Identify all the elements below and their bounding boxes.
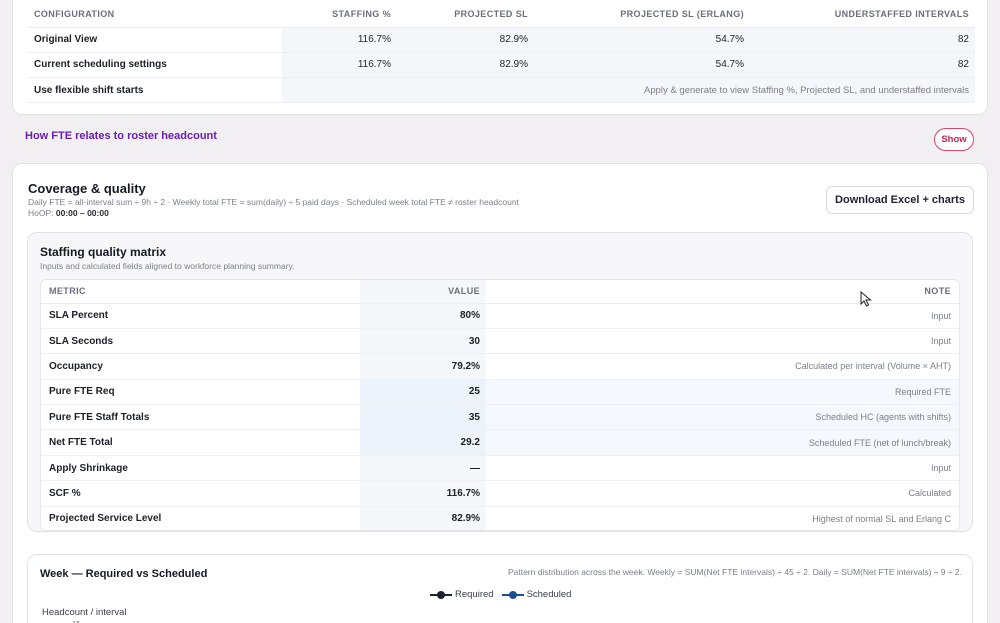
hoop-line: HoOP: 00:00 – 00:00 — [28, 208, 109, 218]
week-chart-note: Pattern distribution across the week. We… — [507, 567, 962, 577]
legend-item-required[interactable]: Required — [430, 589, 494, 600]
metric-name: Occupancy — [41, 353, 360, 380]
metric-value: 30 — [360, 328, 486, 355]
table-row: Pure FTE Req 25 Required FTE — [41, 379, 959, 406]
metric-name: Net FTE Total — [41, 429, 360, 456]
y-axis-label: Headcount / interval — [42, 607, 127, 618]
metric-name: SLA Percent — [41, 303, 360, 329]
table-row: SCF % 116.7% Calculated — [41, 480, 959, 507]
week-chart-title: Week — Required vs Scheduled — [40, 568, 208, 580]
understaffed-value: 82 — [750, 27, 975, 53]
y-axis-tick: 15 — [72, 619, 80, 623]
understaffed-value: 82 — [750, 52, 975, 79]
table-header-row: METRIC VALUE NOTE — [41, 280, 959, 304]
configuration-card: CONFIGURATION STAFFING % PROJECTED SL PR… — [12, 0, 988, 115]
show-button[interactable]: Show — [934, 128, 974, 151]
metric-value: 29.2 — [360, 429, 486, 456]
metric-note: Calculated per interval (Volume × AHT) — [486, 353, 959, 380]
table-row: SLA Seconds 30 Input — [41, 328, 959, 355]
col-staffing: STAFFING % — [282, 1, 397, 28]
sl-value: 82.9% — [397, 52, 534, 79]
metric-note: Required FTE — [486, 379, 959, 406]
coverage-title: Coverage & quality — [28, 181, 146, 196]
table-header-row: CONFIGURATION STAFFING % PROJECTED SL PR… — [27, 1, 975, 28]
col-configuration: CONFIGURATION — [27, 1, 282, 28]
coverage-formula: Daily FTE = all-interval sum ÷ 9h ÷ 2 · … — [28, 197, 519, 207]
metric-value: 116.7% — [360, 480, 486, 507]
legend-label: Scheduled — [526, 589, 572, 600]
download-excel-button[interactable]: Download Excel + charts — [826, 186, 974, 214]
configuration-table: CONFIGURATION STAFFING % PROJECTED SL PR… — [27, 1, 975, 104]
metric-name: Projected Service Level — [41, 506, 360, 530]
table-row: Net FTE Total 29.2 Scheduled FTE (net of… — [41, 429, 959, 456]
sl-value: 82.9% — [397, 27, 534, 53]
table-row: Original View 116.7% 82.9% 54.7% 82 — [27, 27, 975, 53]
erlang-value: 54.7% — [534, 52, 750, 79]
chart-legend: Required Scheduled — [430, 589, 571, 600]
coverage-card: Coverage & quality Daily FTE = all-inter… — [12, 163, 988, 623]
metric-note: Scheduled HC (agents with shifts) — [486, 404, 959, 431]
mouse-cursor-icon — [860, 291, 872, 307]
metric-name: Pure FTE Req — [41, 379, 360, 406]
metric-note: Input — [486, 303, 959, 329]
metric-value: 80% — [360, 303, 486, 329]
metric-value: 82.9% — [360, 506, 486, 530]
matrix-subtitle: Inputs and calculated fields aligned to … — [40, 261, 295, 271]
scheduled-line-icon — [501, 590, 524, 599]
row-name: Use flexible shift starts — [27, 77, 282, 104]
metric-note: Calculated — [486, 480, 959, 507]
row-name: Current scheduling settings — [27, 52, 282, 79]
metric-value: 25 — [360, 379, 486, 406]
table-row: Use flexible shift starts Apply & genera… — [27, 77, 975, 104]
staffing-matrix-table: METRIC VALUE NOTE SLA Percent 80% Input … — [41, 280, 959, 530]
row-name: Original View — [27, 27, 282, 53]
required-line-icon — [430, 590, 452, 599]
col-understaffed: UNDERSTAFFED INTERVALS — [750, 1, 975, 28]
hoop-value: 00:00 – 00:00 — [55, 208, 109, 218]
col-metric: METRIC — [41, 280, 360, 304]
col-value: VALUE — [360, 280, 486, 304]
table-row: SLA Percent 80% Input — [41, 303, 959, 329]
col-projected-sl-erlang: PROJECTED SL (ERLANG) — [534, 1, 750, 28]
col-note: NOTE — [486, 280, 959, 304]
table-row: Occupancy 79.2% Calculated per interval … — [41, 353, 959, 380]
staffing-value: 116.7% — [282, 27, 397, 53]
erlang-value: 54.7% — [534, 27, 750, 53]
metric-name: SCF % — [41, 480, 360, 507]
matrix-table-wrapper: METRIC VALUE NOTE SLA Percent 80% Input … — [40, 279, 960, 531]
metric-note: Input — [486, 455, 959, 482]
week-chart-card: Week — Required vs Scheduled Pattern dis… — [27, 554, 973, 623]
table-row: Current scheduling settings 116.7% 82.9%… — [27, 52, 975, 79]
table-row: Apply Shrinkage — Input — [41, 455, 959, 482]
metric-note: Highest of normal SL and Erlang C — [486, 506, 959, 530]
staffing-value: 116.7% — [282, 52, 397, 79]
metric-value: 35 — [360, 404, 486, 431]
metric-value: — — [360, 455, 486, 482]
metric-note: Scheduled FTE (net of lunch/break) — [486, 429, 959, 456]
legend-item-scheduled[interactable]: Scheduled — [501, 589, 572, 600]
legend-label: Required — [455, 589, 494, 600]
staffing-matrix-card: Staffing quality matrix Inputs and calcu… — [27, 232, 973, 532]
col-projected-sl: PROJECTED SL — [397, 1, 534, 28]
matrix-title: Staffing quality matrix — [40, 245, 167, 259]
flex-hint: Apply & generate to view Staffing %, Pro… — [282, 77, 975, 104]
metric-value: 79.2% — [360, 353, 486, 380]
metric-name: Pure FTE Staff Totals — [41, 404, 360, 431]
metric-name: Apply Shrinkage — [41, 455, 360, 482]
metric-name: SLA Seconds — [41, 328, 360, 355]
hoop-label: HoOP: — [28, 208, 54, 218]
metric-note: Input — [486, 328, 959, 355]
table-row: Pure FTE Staff Totals 35 Scheduled HC (a… — [41, 404, 959, 431]
fte-relation-link[interactable]: How FTE relates to roster headcount — [25, 130, 217, 142]
table-row: Projected Service Level 82.9% Highest of… — [41, 506, 959, 530]
